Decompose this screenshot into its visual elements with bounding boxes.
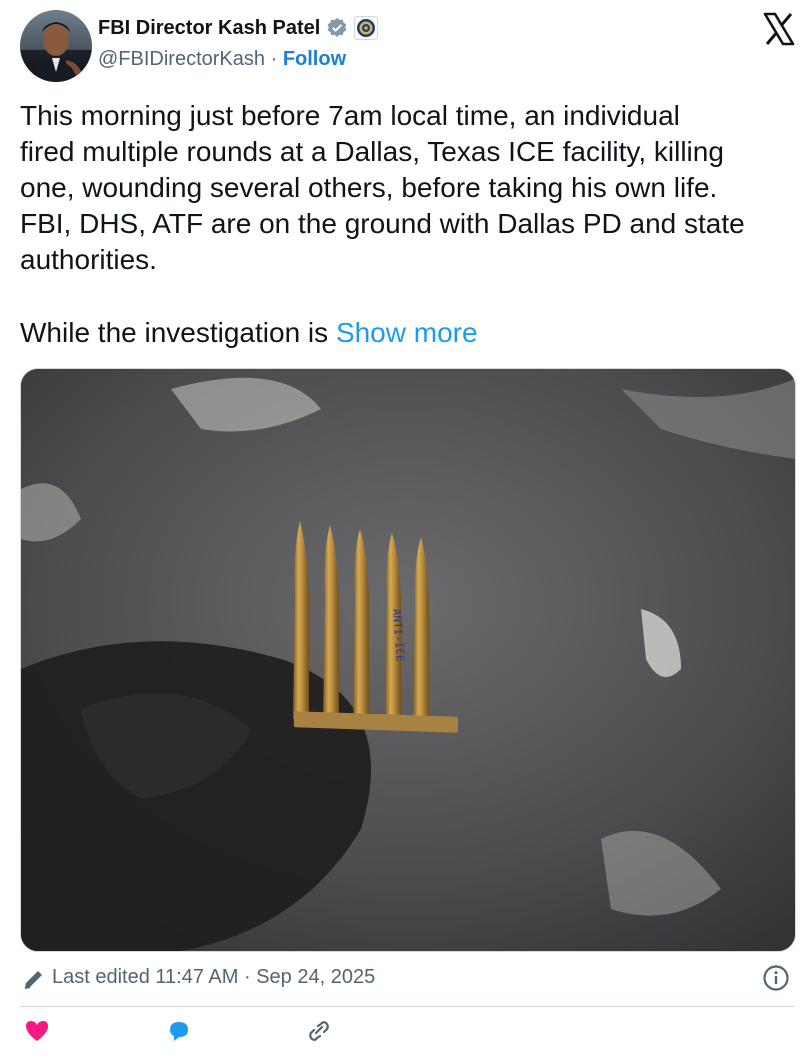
pencil-icon: [24, 971, 42, 989]
like-button[interactable]: [24, 1018, 50, 1044]
handle-separator: ·: [270, 48, 278, 70]
reply-icon: [170, 1022, 188, 1041]
show-more-link[interactable]: Show more: [336, 317, 478, 348]
author-name[interactable]: FBI Director Kash Patel: [98, 17, 320, 40]
heart-icon: [26, 1021, 48, 1041]
fbi-seal-icon: [354, 16, 379, 40]
follow-button[interactable]: Follow: [283, 48, 346, 70]
post-header: FBI Director Kash Patel @FBIDirectorKash…: [20, 10, 796, 82]
x-logo-icon[interactable]: [762, 12, 796, 46]
divider: [20, 1006, 794, 1007]
post-meta: Last edited 11:47 AM · Sep 24, 2025: [20, 962, 794, 996]
link-icon: [309, 1021, 329, 1041]
reply-button[interactable]: [166, 1018, 192, 1044]
post-photo[interactable]: ANTI-ICE: [20, 368, 796, 952]
cartridges-photo: ANTI-ICE: [21, 369, 795, 951]
post-truncated-line: While the investigation is Show more: [20, 315, 478, 351]
copy-link-button[interactable]: [306, 1018, 332, 1044]
action-bar: [20, 1018, 794, 1058]
post-text: This morning just before 7am local time,…: [20, 100, 745, 275]
verified-badge-icon: [327, 18, 347, 37]
last-edited-text[interactable]: Last edited 11:47 AM · Sep 24, 2025: [52, 966, 375, 989]
info-icon[interactable]: [762, 964, 790, 992]
author-handle[interactable]: @FBIDirectorKash: [98, 48, 265, 70]
post-truncated-text: While the investigation is: [20, 317, 336, 348]
author-avatar[interactable]: [20, 10, 92, 82]
